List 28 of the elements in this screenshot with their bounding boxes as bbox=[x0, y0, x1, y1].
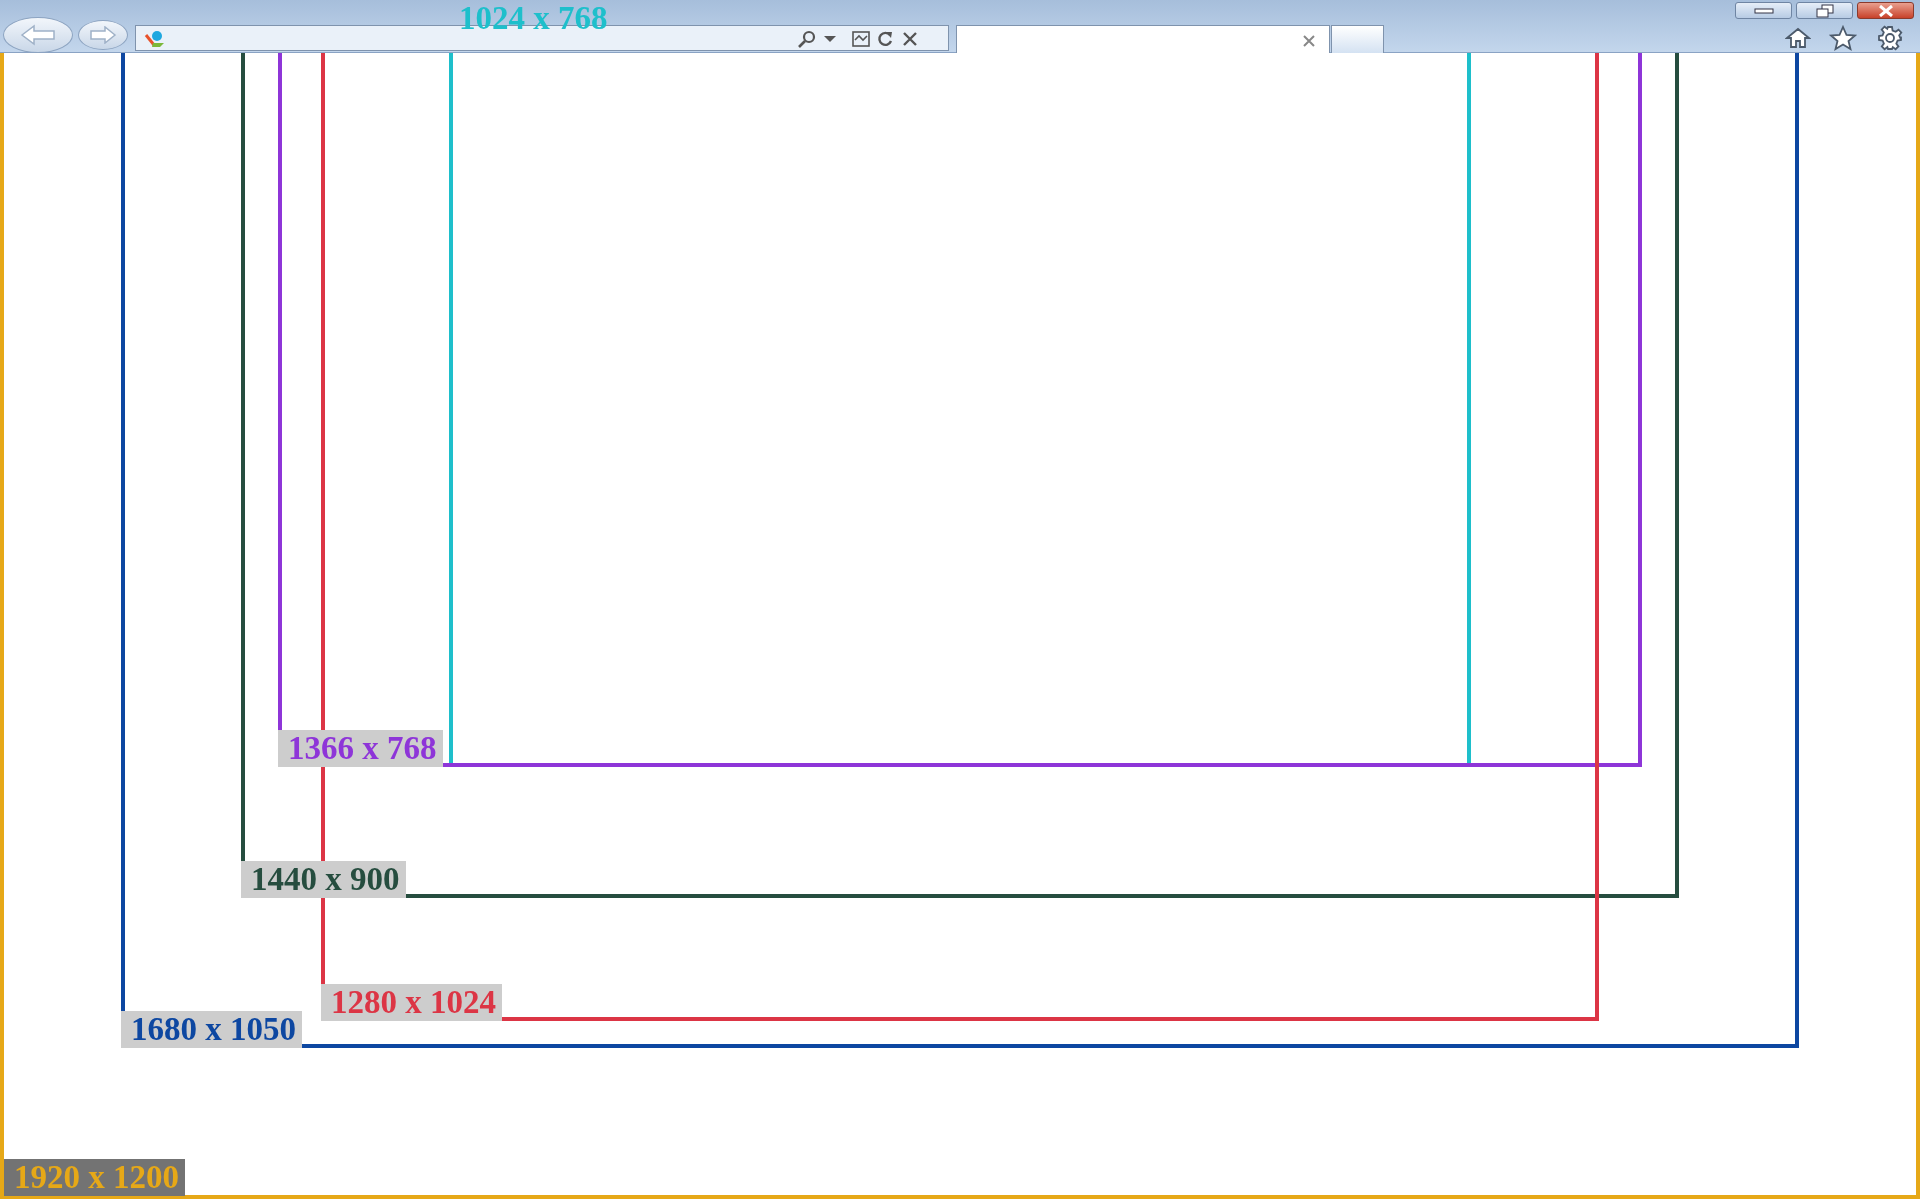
refresh-icon[interactable] bbox=[876, 30, 894, 48]
clear-icon[interactable] bbox=[1302, 35, 1316, 47]
restore-button[interactable] bbox=[1796, 2, 1853, 19]
settings-button[interactable] bbox=[1877, 25, 1903, 51]
search-field[interactable] bbox=[956, 25, 1330, 53]
minimize-icon bbox=[1753, 7, 1774, 14]
resolution-label: 1680 x 1050 bbox=[121, 1011, 302, 1048]
resolution-label: 1366 x 768 bbox=[278, 730, 443, 767]
star-icon bbox=[1829, 25, 1857, 51]
minimize-button[interactable] bbox=[1735, 2, 1792, 19]
resolution-label: 1280 x 1024 bbox=[321, 984, 502, 1021]
resolution-label: 1920 x 1200 bbox=[4, 1159, 185, 1196]
caret-icon[interactable] bbox=[824, 36, 836, 43]
new-tab-button[interactable] bbox=[1331, 25, 1384, 53]
right-arrow-icon bbox=[88, 26, 118, 44]
home-icon bbox=[1785, 27, 1811, 49]
search-icon[interactable] bbox=[796, 30, 818, 48]
favorites-button[interactable] bbox=[1829, 25, 1857, 51]
resolution-label: 1440 x 900 bbox=[241, 861, 406, 898]
restore-icon bbox=[1814, 3, 1835, 18]
left-arrow-icon bbox=[18, 24, 58, 46]
close-button[interactable] bbox=[1857, 2, 1914, 19]
close-icon bbox=[1876, 4, 1895, 17]
stop-icon[interactable] bbox=[902, 31, 918, 47]
home-button[interactable] bbox=[1785, 27, 1811, 49]
site-icon bbox=[144, 29, 166, 49]
settings-icon bbox=[1877, 25, 1903, 51]
resolution-label: 1024 x 768 bbox=[459, 0, 608, 37]
